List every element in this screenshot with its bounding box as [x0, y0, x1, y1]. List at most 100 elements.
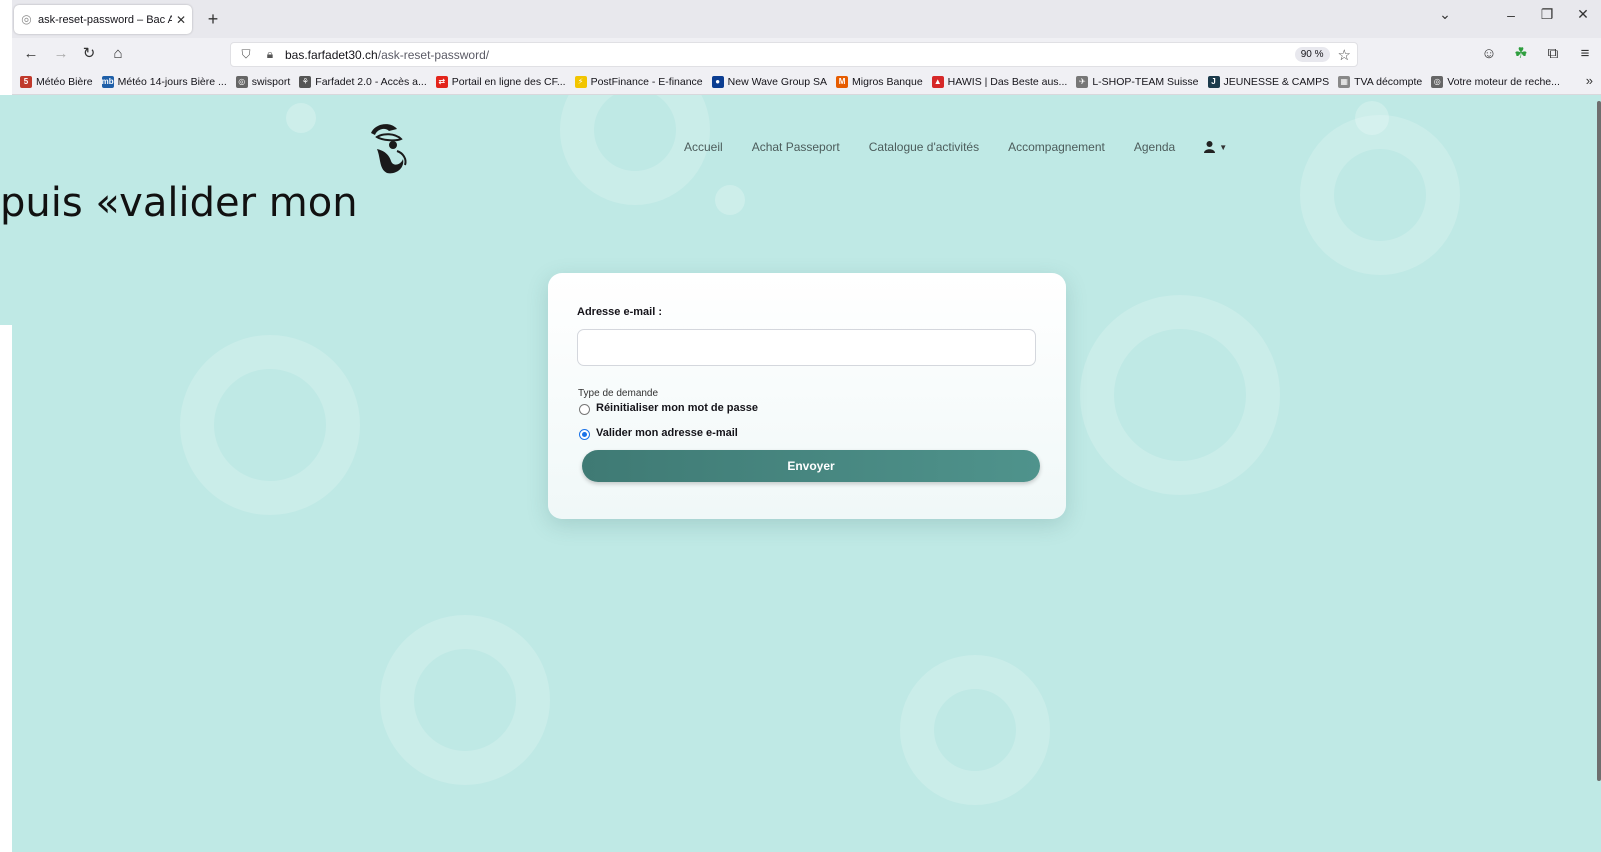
toolbar-right: ☺ ☘ ⧉ ≡ — [1473, 43, 1601, 65]
email-input[interactable] — [577, 329, 1036, 366]
user-menu-dropdown[interactable]: ▼ — [1204, 141, 1227, 153]
scrollbar[interactable] — [1597, 101, 1601, 781]
extension-icon[interactable]: ☘ — [1505, 43, 1537, 65]
bookmark-label: Portail en ligne des CF... — [451, 76, 566, 88]
bookmark-item[interactable]: ▲ HAWIS | Das Beste aus... — [931, 76, 1068, 88]
bookmark-item[interactable]: 5 Météo Bière — [20, 76, 93, 88]
bookmark-favicon-icon: 5 — [20, 76, 32, 88]
radio-option-reset-password[interactable]: Réinitialiser mon mot de passe — [579, 401, 758, 415]
navigation-toolbar: ← → ↻ ⌂ ⛉ 🔒︎ bas.farfadet30.ch/ask-reset… — [12, 39, 1601, 69]
nav-link-achat-passeport[interactable]: Achat Passeport — [752, 140, 840, 154]
menu-hamburger-icon[interactable]: ≡ — [1569, 43, 1601, 65]
lock-icon[interactable]: 🔒︎ — [261, 47, 279, 62]
tab-strip: ◎ ask-reset-password – Bac A Sab ✕ + ⌄ –… — [12, 0, 1601, 38]
bookmark-item[interactable]: J JEUNESSE & CAMPS — [1207, 76, 1330, 88]
nav-link-accompagnement[interactable]: Accompagnement — [1008, 140, 1105, 154]
bookmark-label: Météo 14-jours Bière ... — [117, 76, 227, 88]
url-bar[interactable]: ⛉ 🔒︎ bas.farfadet30.ch/ask-reset-passwor… — [230, 42, 1358, 67]
background-decoration — [1080, 295, 1280, 495]
bookmark-item[interactable]: ◎ swisport — [235, 76, 291, 88]
background-decoration — [900, 655, 1050, 805]
tab-title: ask-reset-password – Bac A Sab — [38, 13, 172, 26]
zoom-level-badge[interactable]: 90 % — [1294, 47, 1330, 62]
bookmark-favicon-icon: ▦ — [1338, 76, 1351, 88]
nav-link-agenda[interactable]: Agenda — [1134, 140, 1175, 154]
main-navigation: Accueil Achat Passeport Catalogue d'acti… — [684, 140, 1227, 154]
forward-icon[interactable]: → — [50, 43, 72, 65]
nav-link-catalogue[interactable]: Catalogue d'activités — [869, 140, 979, 154]
background-decoration — [1300, 115, 1460, 275]
bookmark-favicon-icon: ✈ — [1076, 76, 1089, 88]
url-host: bas.farfadet30.ch — [285, 47, 378, 62]
tab-close-icon[interactable]: ✕ — [176, 13, 186, 27]
radio-reset-password[interactable] — [579, 404, 590, 415]
background-dot — [715, 185, 745, 215]
reset-password-form: Adresse e-mail : Type de demande Réiniti… — [548, 273, 1066, 519]
bookmark-star-icon[interactable]: ☆ — [1338, 46, 1351, 64]
bookmark-favicon-icon: ⇄ — [435, 76, 448, 88]
bookmark-item[interactable]: ● New Wave Group SA — [711, 76, 828, 88]
bookmark-item[interactable]: ▦ TVA décompte — [1338, 76, 1422, 88]
radio-label-reset-password: Réinitialiser mon mot de passe — [596, 402, 758, 414]
chevron-down-icon: ▼ — [1219, 142, 1228, 152]
account-icon[interactable]: ☺ — [1473, 43, 1505, 65]
farfadet-logo[interactable] — [363, 119, 413, 175]
shield-icon[interactable]: ⛉ — [237, 47, 255, 62]
minimize-icon[interactable]: – — [1493, 7, 1529, 23]
bookmark-label: Migros Banque — [852, 76, 923, 88]
back-icon[interactable]: ← — [20, 43, 42, 65]
tab-list-chevron-icon[interactable]: ⌄ — [1427, 6, 1463, 23]
bookmark-label: PostFinance - E-finance — [590, 76, 703, 88]
bookmark-item[interactable]: ✈ L-SHOP-TEAM Suisse — [1076, 76, 1199, 88]
bookmark-label: Farfadet 2.0 - Accès a... — [315, 76, 427, 88]
bookmark-item[interactable]: ⇄ Portail en ligne des CF... — [435, 76, 566, 88]
bookmark-label: TVA décompte — [1354, 76, 1423, 88]
background-decoration — [180, 335, 360, 515]
url-path: /ask-reset-password/ — [377, 47, 490, 62]
bookmark-favicon-icon: ◎ — [235, 76, 248, 88]
bookmarks-toolbar: 5 Météo Bière mb Météo 14-jours Bière ... ◎ s… — [12, 71, 1601, 93]
bookmark-favicon-icon: M — [836, 76, 849, 88]
window-controls: ⌄ – ❐ ✕ — [1427, 6, 1601, 23]
bookmark-label: Votre moteur de reche... — [1447, 76, 1560, 88]
radio-option-validate-email[interactable]: Valider mon adresse e-mail — [579, 426, 738, 440]
bookmark-favicon-icon: ⚡ — [574, 76, 587, 88]
radio-validate-email[interactable] — [579, 429, 590, 440]
bookmark-favicon-icon: mb — [101, 76, 114, 88]
overlapping-window-edge — [0, 325, 12, 852]
reload-icon[interactable]: ↻ — [78, 43, 100, 65]
overlay-caption-text: puis «valider mon — [0, 180, 358, 226]
tab-favicon-icon: ◎ — [21, 12, 32, 26]
background-decoration — [380, 615, 550, 785]
bookmark-item[interactable]: ⚡ PostFinance - E-finance — [574, 76, 703, 88]
home-icon[interactable]: ⌂ — [107, 43, 129, 65]
page-viewport: Accueil Achat Passeport Catalogue d'acti… — [0, 95, 1601, 852]
bookmark-item[interactable]: ◎ Votre moteur de reche... — [1431, 76, 1560, 88]
bookmark-label: HAWIS | Das Beste aus... — [947, 76, 1068, 88]
bookmark-label: Météo Bière — [36, 76, 93, 88]
bookmark-label: New Wave Group SA — [727, 76, 828, 88]
bookmarks-overflow-icon[interactable]: » — [1586, 73, 1593, 88]
bookmark-label: JEUNESSE & CAMPS — [1223, 76, 1330, 88]
extensions-puzzle-icon[interactable]: ⧉ — [1537, 43, 1569, 65]
new-tab-button[interactable]: + — [202, 8, 224, 30]
background-dot — [286, 103, 316, 133]
radio-label-validate-email: Valider mon adresse e-mail — [596, 427, 738, 439]
restore-icon[interactable]: ❐ — [1529, 6, 1565, 23]
bookmark-label: swisport — [251, 76, 291, 88]
submit-button[interactable]: Envoyer — [582, 450, 1040, 482]
browser-chrome: ◎ ask-reset-password – Bac A Sab ✕ + ⌄ –… — [12, 0, 1601, 95]
bookmark-label: L-SHOP-TEAM Suisse — [1092, 76, 1199, 88]
bookmark-favicon-icon: J — [1207, 76, 1220, 88]
email-label: Adresse e-mail : — [577, 306, 662, 318]
bookmark-item[interactable]: ⚘ Farfadet 2.0 - Accès a... — [299, 76, 427, 88]
background-dot — [1355, 101, 1389, 135]
browser-tab-active[interactable]: ◎ ask-reset-password – Bac A Sab ✕ — [14, 5, 192, 34]
user-icon — [1204, 141, 1216, 153]
bookmark-favicon-icon: ● — [711, 76, 724, 88]
nav-link-accueil[interactable]: Accueil — [684, 140, 723, 154]
close-window-icon[interactable]: ✕ — [1565, 6, 1601, 23]
bookmark-item[interactable]: M Migros Banque — [836, 76, 923, 88]
url-text[interactable]: bas.farfadet30.ch/ask-reset-password/ — [285, 48, 1295, 62]
bookmark-item[interactable]: mb Météo 14-jours Bière ... — [101, 76, 227, 88]
